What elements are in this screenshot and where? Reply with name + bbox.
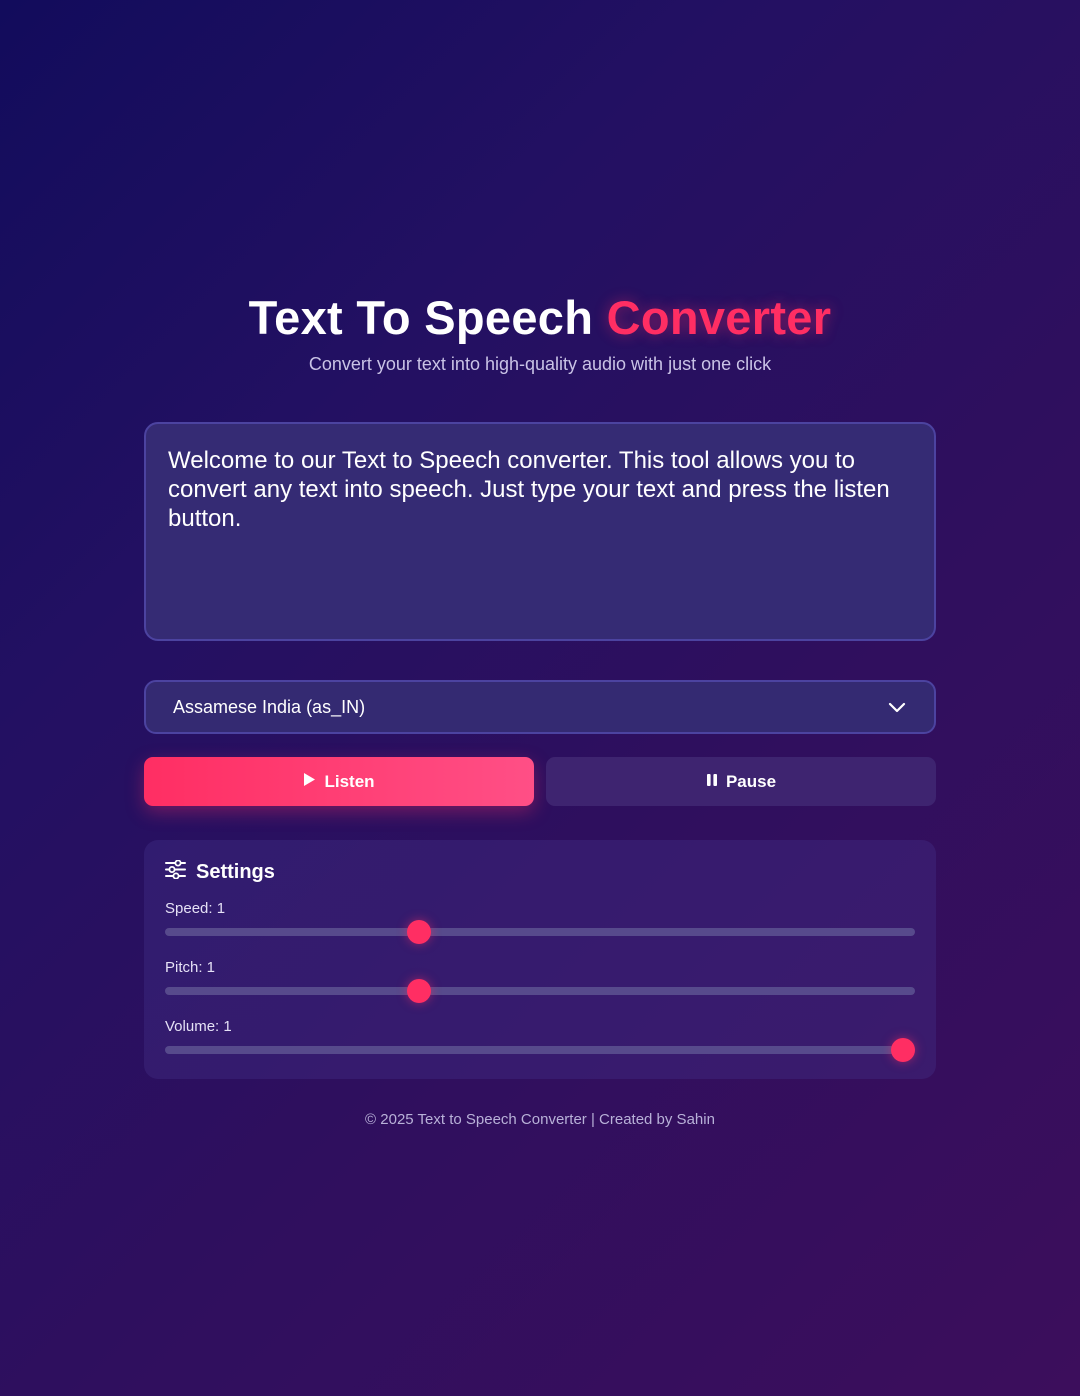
page-title: Text To Speech Converter — [144, 290, 936, 346]
volume-setting: Volume: 1 — [165, 1018, 915, 1062]
pitch-setting: Pitch: 1 — [165, 959, 915, 1003]
header: Text To Speech Converter Convert your te… — [144, 290, 936, 376]
footer: © 2025 Text to Speech Converter | Create… — [365, 1111, 715, 1128]
pitch-label: Pitch: 1 — [165, 959, 216, 976]
chevron-down-icon — [887, 697, 907, 717]
listen-button[interactable]: Listen — [144, 757, 534, 806]
pause-button-label: Pause — [725, 771, 777, 791]
pause-icon — [706, 772, 718, 792]
sliders-icon — [165, 859, 186, 885]
text-input[interactable]: Welcome to our Text to Speech converter.… — [144, 422, 936, 641]
speed-label: Speed: 1 — [165, 900, 226, 917]
voice-select-value: Assamese India (as_IN) — [173, 696, 366, 717]
pause-button[interactable]: Pause — [546, 757, 936, 806]
volume-slider[interactable] — [165, 1038, 915, 1062]
title-main: Text To Speech — [248, 291, 607, 344]
action-buttons: Listen Pause — [144, 757, 936, 806]
volume-label: Volume: 1 — [165, 1018, 232, 1035]
title-accent: Converter — [606, 291, 832, 344]
speed-slider[interactable] — [165, 920, 915, 944]
pitch-slider-thumb[interactable] — [407, 979, 431, 1003]
settings-panel: Settings Speed: 1 Pitch: 1 Volume: 1 — [144, 840, 936, 1079]
listen-button-label: Listen — [324, 771, 375, 791]
settings-title: Settings — [196, 860, 275, 883]
voice-select[interactable]: Assamese India (as_IN) — [144, 680, 936, 734]
settings-header: Settings — [165, 859, 915, 885]
volume-slider-thumb[interactable] — [891, 1038, 915, 1062]
pitch-slider[interactable] — [165, 979, 915, 1003]
speed-slider-thumb[interactable] — [407, 920, 431, 944]
play-icon — [303, 772, 316, 792]
speed-setting: Speed: 1 — [165, 900, 915, 944]
page-subtitle: Convert your text into high-quality audi… — [308, 354, 772, 374]
